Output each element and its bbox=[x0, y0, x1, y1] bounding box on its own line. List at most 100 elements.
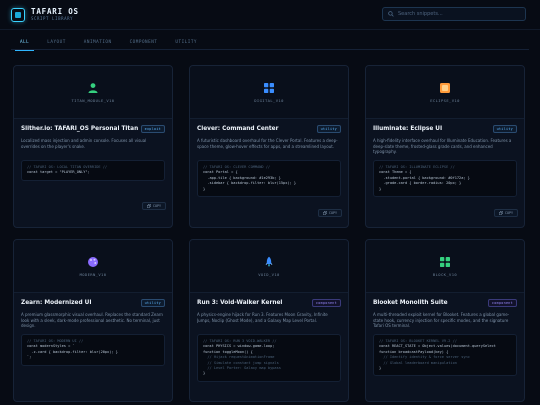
app-subtitle: SCRIPT LIBRARY bbox=[31, 16, 74, 22]
user-icon bbox=[88, 82, 98, 93]
palette-icon bbox=[88, 256, 98, 267]
code-line: `; bbox=[27, 355, 32, 360]
card-title: Zearn: Modernized UI bbox=[21, 300, 92, 306]
copy-icon bbox=[146, 204, 151, 208]
code-snippet[interactable]: // TAFARI OS: RUN 3 VOID-WALKER // const… bbox=[197, 334, 341, 382]
card-description: A futuristic dashboard overhaul for the … bbox=[197, 138, 338, 149]
tab-layout[interactable]: LAYOUT bbox=[38, 36, 75, 50]
category-badge: component bbox=[311, 299, 341, 307]
code-line: .student-portal { background: #0f172a; } bbox=[379, 175, 470, 180]
card-title: Illuminate: Eclipse UI bbox=[373, 126, 443, 132]
code-line: // Simulate constant jump signals bbox=[203, 360, 279, 365]
layers-icon bbox=[440, 82, 450, 93]
code-line: // TAFARI OS: CLEVER COMMAND // bbox=[203, 165, 271, 169]
tab-all[interactable]: ALL bbox=[11, 36, 38, 51]
thumb-label: VOID_V10 bbox=[258, 271, 280, 277]
code-line: const Portal = { bbox=[203, 170, 238, 175]
app-header: TAFARI OS SCRIPT LIBRARY bbox=[0, 0, 540, 30]
code-snippet[interactable]: // TAFARI OS: CLEVER COMMAND // const Po… bbox=[197, 160, 341, 198]
copy-label: COPY bbox=[152, 204, 162, 208]
code-line: .app-tile { background: #1e293b; } bbox=[203, 175, 281, 180]
code-line: // Hijack requestAnimationFrame bbox=[203, 355, 275, 360]
card-description: A multi-threaded exploit kernel for Bloo… bbox=[373, 312, 510, 329]
code-snippet[interactable]: // TAFARI OS: MODERN UI // const modernS… bbox=[21, 334, 165, 366]
code-line: // TAFARI OS: MODERN UI // bbox=[27, 339, 84, 343]
snippet-card: MODERN_V10 Zearn: Modernized UI utility … bbox=[13, 239, 173, 402]
thumb-label: MODERN_V10 bbox=[79, 271, 107, 277]
code-line: // Identify identity & force server sync bbox=[379, 355, 470, 360]
category-badge: utility bbox=[492, 125, 517, 133]
code-line: .grade-card { border-radius: 20px; } bbox=[379, 181, 462, 186]
code-line: const Theme = { bbox=[379, 170, 412, 175]
copy-icon bbox=[498, 211, 503, 215]
code-line: } bbox=[379, 366, 382, 371]
code-line: } bbox=[379, 186, 382, 191]
search-input[interactable] bbox=[398, 11, 520, 17]
code-line: .z-card { backdrop-filter: blur(20px); } bbox=[27, 349, 118, 354]
card-title: Blooket Monolith Suite bbox=[373, 300, 448, 306]
code-line: // TAFARI OS: ILLUMINATE ECLIPSE // bbox=[379, 165, 455, 169]
card-description: A physics-engine hijack for Run 3. Featu… bbox=[197, 312, 328, 323]
card-title: Slither.io: TAFARI_OS Personal Titan bbox=[21, 126, 139, 132]
logo-icon bbox=[11, 7, 25, 22]
card-thumbnail: TITAN_MODULE_V10 bbox=[14, 66, 172, 119]
search-icon bbox=[388, 11, 394, 17]
snippet-card: TITAN_MODULE_V10 Slither.io: TAFARI_OS P… bbox=[13, 65, 173, 228]
card-thumbnail: MODERN_V10 bbox=[14, 240, 172, 293]
brand: TAFARI OS SCRIPT LIBRARY bbox=[31, 8, 79, 22]
code-line: // TAFARI OS: BLOOKET KERNEL V9.2 // bbox=[379, 339, 457, 343]
code-line: } bbox=[203, 186, 206, 191]
code-snippet[interactable]: // TAFARI OS: BLOOKET KERNEL V9.2 // con… bbox=[373, 334, 517, 377]
code-line: function broadcastPayload(key) { bbox=[379, 349, 449, 354]
snippet-card: BLOCK_V10 Blooket Monolith Suite compone… bbox=[365, 239, 525, 402]
category-badge: utility bbox=[316, 125, 341, 133]
tab-animation[interactable]: ANIMATION bbox=[75, 36, 121, 50]
card-description: Localized mass injection and admin conso… bbox=[21, 138, 147, 149]
thumb-label: ECLIPSE_V10 bbox=[430, 97, 460, 103]
thumb-label: DIGITAL_V10 bbox=[254, 97, 284, 103]
app-title: TAFARI OS bbox=[31, 6, 79, 16]
snippet-grid: TITAN_MODULE_V10 Slither.io: TAFARI_OS P… bbox=[13, 65, 526, 405]
card-title: Run 3: Void-Walker Kernel bbox=[197, 300, 283, 306]
code-line: const REACT_STATE = Object.values(docume… bbox=[379, 344, 496, 349]
code-snippet[interactable]: // TAFARI OS: ILLUMINATE ECLIPSE // cons… bbox=[373, 160, 517, 198]
thumb-label: BLOCK_V10 bbox=[432, 271, 458, 277]
grid-icon bbox=[264, 82, 274, 93]
category-badge: utility bbox=[140, 299, 165, 307]
code-line: // TAFARI OS: LOCAL TITAN OVERRIDE // bbox=[27, 165, 108, 169]
category-tabs: ALL LAYOUT ANIMATION COMPONENT UTILITY bbox=[11, 36, 529, 51]
snippet-card: ECLIPSE_V10 Illuminate: Eclipse UI utili… bbox=[365, 65, 525, 228]
snippet-card: VOID_V10 Run 3: Void-Walker Kernel compo… bbox=[189, 239, 349, 402]
code-line: const PHYSICS = window.game.loop; bbox=[203, 344, 275, 349]
copy-button[interactable]: COPY bbox=[142, 202, 166, 210]
search-box[interactable] bbox=[382, 7, 526, 21]
code-line: const modernStyles = ` bbox=[27, 344, 75, 349]
card-thumbnail: BLOCK_V10 bbox=[366, 240, 524, 293]
copy-button[interactable]: COPY bbox=[494, 209, 518, 217]
card-description: A high-fidelity interface overhaul for I… bbox=[373, 138, 512, 155]
code-line: .sidebar { backdrop-filter: blur(15px); … bbox=[203, 181, 297, 186]
code-line: // TAFARI OS: RUN 3 VOID-WALKER // bbox=[203, 339, 277, 343]
snippet-card: DIGITAL_V10 Clever: Command Center utili… bbox=[189, 65, 349, 228]
copy-button[interactable]: COPY bbox=[318, 209, 342, 217]
code-line: } bbox=[203, 371, 206, 376]
copy-label: COPY bbox=[328, 211, 338, 215]
card-thumbnail: VOID_V10 bbox=[190, 240, 348, 293]
code-line: function toggleMoon() { bbox=[203, 349, 253, 354]
code-line: // Global leaderboard manipulation bbox=[379, 360, 457, 365]
apps-icon bbox=[440, 256, 450, 267]
tab-utility[interactable]: UTILITY bbox=[166, 36, 206, 50]
code-line: // Level Porter: Galaxy map bypass bbox=[203, 366, 281, 371]
copy-icon bbox=[322, 211, 327, 215]
card-thumbnail: DIGITAL_V10 bbox=[190, 66, 348, 119]
category-badge: exploit bbox=[140, 125, 165, 133]
rocket-icon bbox=[265, 256, 273, 267]
copy-label: COPY bbox=[504, 211, 514, 215]
tab-component[interactable]: COMPONENT bbox=[121, 36, 167, 50]
category-badge: component bbox=[487, 299, 517, 307]
card-title: Clever: Command Center bbox=[197, 126, 279, 132]
card-description: A premium glassmorphic visual overhaul. … bbox=[21, 312, 163, 329]
card-thumbnail: ECLIPSE_V10 bbox=[366, 66, 524, 119]
thumb-label: TITAN_MODULE_V10 bbox=[71, 97, 115, 103]
code-snippet[interactable]: // TAFARI OS: LOCAL TITAN OVERRIDE // co… bbox=[21, 160, 165, 181]
